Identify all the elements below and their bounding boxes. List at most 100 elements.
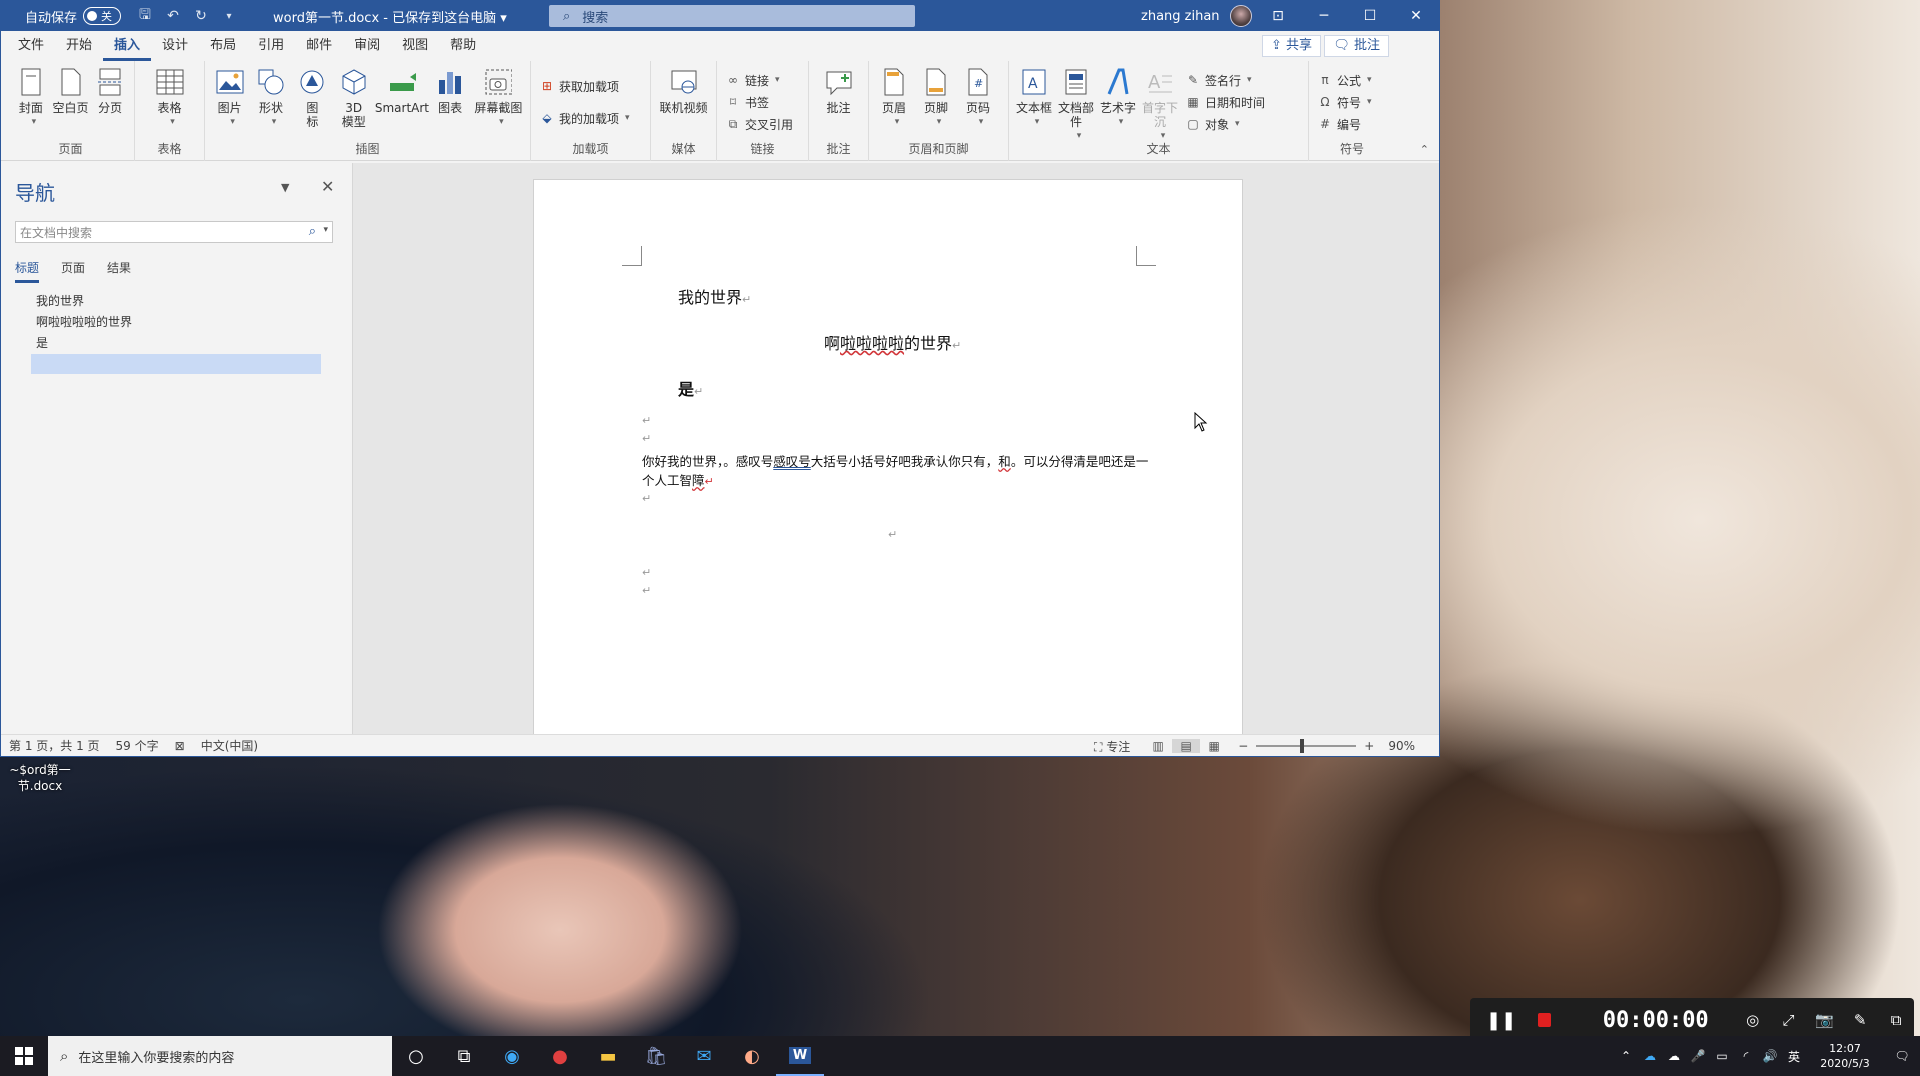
bookmark-button[interactable]: ⌑ 书签 xyxy=(725,91,793,113)
tab-mailings[interactable]: 邮件 xyxy=(295,31,343,61)
equation-button[interactable]: π 公式 ▾ xyxy=(1317,69,1371,91)
date-time-button[interactable]: ▦ 日期和时间 xyxy=(1185,91,1265,113)
page-count[interactable]: 第 1 页，共 1 页 xyxy=(9,737,100,754)
redo-icon[interactable]: ↻ xyxy=(187,8,215,24)
share-button[interactable]: ⇪ 共享 xyxy=(1261,35,1321,57)
page-number-button[interactable]: # 页码 ▾ xyxy=(957,67,999,129)
drop-cap-button[interactable]: A 首字下沉 ▾ xyxy=(1139,67,1181,143)
undo-icon[interactable]: ↶ xyxy=(159,8,187,24)
cloud-icon[interactable]: ☁ xyxy=(1662,1049,1686,1063)
volume-icon[interactable]: 🔊 xyxy=(1758,1049,1782,1063)
table-button[interactable]: 表格 ▾ xyxy=(149,67,191,129)
3d-models-button[interactable]: 3D 模型 xyxy=(333,67,374,129)
maximize-icon[interactable]: ☐ xyxy=(1347,1,1393,31)
object-button[interactable]: ▢ 对象 ▾ xyxy=(1185,113,1265,135)
avatar[interactable] xyxy=(1229,5,1252,27)
ribbon-display-icon[interactable]: ⊡ xyxy=(1255,1,1301,31)
zoom-slider-thumb[interactable] xyxy=(1300,739,1305,753)
proofing-icon[interactable]: ⊠ xyxy=(175,739,185,753)
tab-view[interactable]: 视图 xyxy=(391,31,439,61)
tab-insert[interactable]: 插入 xyxy=(103,31,152,61)
wifi-icon[interactable]: ◜ xyxy=(1734,1049,1758,1063)
icons-button[interactable]: 图 标 xyxy=(292,67,333,129)
store-icon[interactable]: 🛍 xyxy=(632,1036,680,1076)
fullscreen-icon[interactable]: ⤢ xyxy=(1771,1011,1807,1029)
stop-icon[interactable] xyxy=(1538,1013,1551,1027)
nav-tab-pages[interactable]: 页面 xyxy=(61,259,85,283)
print-layout-icon[interactable]: ▤ xyxy=(1172,739,1201,753)
my-addins-button[interactable]: ⬙ 我的加载项 ▾ xyxy=(539,107,629,129)
start-button[interactable] xyxy=(0,1036,48,1076)
tab-file[interactable]: 文件 xyxy=(7,31,55,61)
heading-1[interactable]: 我的世界↵ xyxy=(678,284,751,308)
tab-references[interactable]: 引用 xyxy=(247,31,295,61)
comment-button[interactable]: 🗨 批注 xyxy=(1324,35,1389,57)
tab-design[interactable]: 设计 xyxy=(151,31,199,61)
search-icon[interactable]: ⌕ xyxy=(309,224,316,239)
autosave-toggle[interactable]: 关 xyxy=(83,7,122,25)
desktop-file-icon[interactable]: ~$ord第一节.docx xyxy=(4,762,76,794)
browser-icon[interactable]: ◐ xyxy=(728,1036,776,1076)
document-title[interactable]: word第一节.docx - 已保存到这台电脑 ▾ xyxy=(273,7,507,26)
tab-review[interactable]: 审阅 xyxy=(343,31,391,61)
notification-icon[interactable]: 🗨 xyxy=(1884,1049,1920,1063)
file-explorer-icon[interactable]: ▬ xyxy=(584,1036,632,1076)
save-icon[interactable]: 🖫 xyxy=(131,4,159,28)
ime-indicator[interactable]: 英 xyxy=(1782,1048,1806,1065)
nav-heading-item[interactable]: 我的世界 xyxy=(31,291,321,312)
link-button[interactable]: ∞ 链接 ▾ xyxy=(725,69,793,91)
body-paragraph[interactable]: 你好我的世界，。感叹号感叹号大括号小括号好吧我承认你只有，和。可以分得清是吧还是… xyxy=(642,452,1152,491)
pause-icon[interactable]: ❚❚ xyxy=(1486,1010,1516,1031)
language-indicator[interactable]: 中文(中国) xyxy=(201,737,258,754)
spelling-error[interactable]: 和 xyxy=(998,454,1011,469)
collapse-ribbon-icon[interactable]: ⌃ xyxy=(1420,143,1429,156)
cortana-icon[interactable]: ○ xyxy=(392,1036,440,1076)
signature-line-button[interactable]: ✎ 签名行 ▾ xyxy=(1185,69,1265,91)
heading-3[interactable]: 是↵ xyxy=(678,376,703,400)
word-count[interactable]: 59 个字 xyxy=(116,737,159,754)
number-button[interactable]: # 编号 xyxy=(1317,113,1372,135)
screenshot-button[interactable]: 屏幕截图 ▾ xyxy=(471,67,526,129)
nav-tab-headings[interactable]: 标题 xyxy=(15,259,40,283)
nav-pane-close-icon[interactable]: ✕ xyxy=(321,177,334,196)
get-addins-button[interactable]: ⊞ 获取加载项 xyxy=(539,75,630,97)
read-mode-icon[interactable]: ▥ xyxy=(1144,739,1172,753)
online-video-button[interactable]: 联机视频 xyxy=(656,67,712,115)
spelling-error[interactable]: 障 xyxy=(692,473,705,488)
nav-heading-item[interactable]: 是 xyxy=(31,333,321,354)
camera-icon[interactable]: 📷 xyxy=(1806,1011,1842,1029)
word-icon[interactable]: W xyxy=(776,1036,824,1076)
minimize-icon[interactable]: ─ xyxy=(1301,1,1347,31)
search-input[interactable]: ⌕ 搜索 xyxy=(549,5,915,27)
nav-pane-options-icon[interactable]: ▼ xyxy=(281,181,289,194)
smartart-button[interactable]: SmartArt xyxy=(374,67,429,115)
clock[interactable]: 12:07 2020/5/3 xyxy=(1806,1041,1884,1071)
wordart-button[interactable]: 艺术字 ▾ xyxy=(1097,67,1139,129)
tab-help[interactable]: 帮助 xyxy=(439,31,487,61)
camera-lens-icon[interactable]: ◎ xyxy=(1735,1011,1771,1029)
footer-button[interactable]: 页脚 ▾ xyxy=(915,67,957,129)
pen-icon[interactable]: ✎ xyxy=(1842,1011,1878,1029)
page-break-button[interactable]: 分页 xyxy=(90,67,130,115)
edge-icon[interactable]: ◉ xyxy=(488,1036,536,1076)
document-page[interactable]: 我的世界↵ 啊啦啦啦啦的世界↵ 是↵ ↵ ↵ 你好我的世界，。感叹号感叹号大括号… xyxy=(533,179,1243,735)
autosave-control[interactable]: 自动保存 关 xyxy=(25,7,122,26)
focus-mode-button[interactable]: ⛶ 专注 xyxy=(1094,738,1130,755)
blank-page-button[interactable]: 空白页 xyxy=(51,67,91,115)
task-view-icon[interactable]: ⧉ xyxy=(440,1036,488,1076)
close-icon[interactable]: ✕ xyxy=(1393,1,1439,31)
battery-icon[interactable]: ▭ xyxy=(1710,1049,1734,1063)
nav-tab-results[interactable]: 结果 xyxy=(107,259,131,283)
nav-heading-item-selected[interactable] xyxy=(31,354,321,374)
nav-heading-item[interactable]: 啊啦啦啦啦的世界 xyxy=(31,312,321,333)
symbol-button[interactable]: Ω 符号 ▾ xyxy=(1317,91,1371,113)
web-layout-icon[interactable]: ▦ xyxy=(1200,739,1228,753)
chart-button[interactable]: 图表 xyxy=(430,67,471,115)
app-red-icon[interactable]: ● xyxy=(536,1036,584,1076)
cross-reference-button[interactable]: ⧉ 交叉引用 xyxy=(725,113,793,135)
document-canvas[interactable]: 我的世界↵ 啊啦啦啦啦的世界↵ 是↵ ↵ ↵ 你好我的世界，。感叹号感叹号大括号… xyxy=(353,163,1439,735)
zoom-in-icon[interactable]: + xyxy=(1364,739,1374,753)
microphone-icon[interactable]: 🎤 xyxy=(1686,1049,1710,1063)
user-account[interactable]: zhang zihan xyxy=(1141,1,1252,31)
heading-2[interactable]: 啊啦啦啦啦的世界↵ xyxy=(824,330,961,354)
